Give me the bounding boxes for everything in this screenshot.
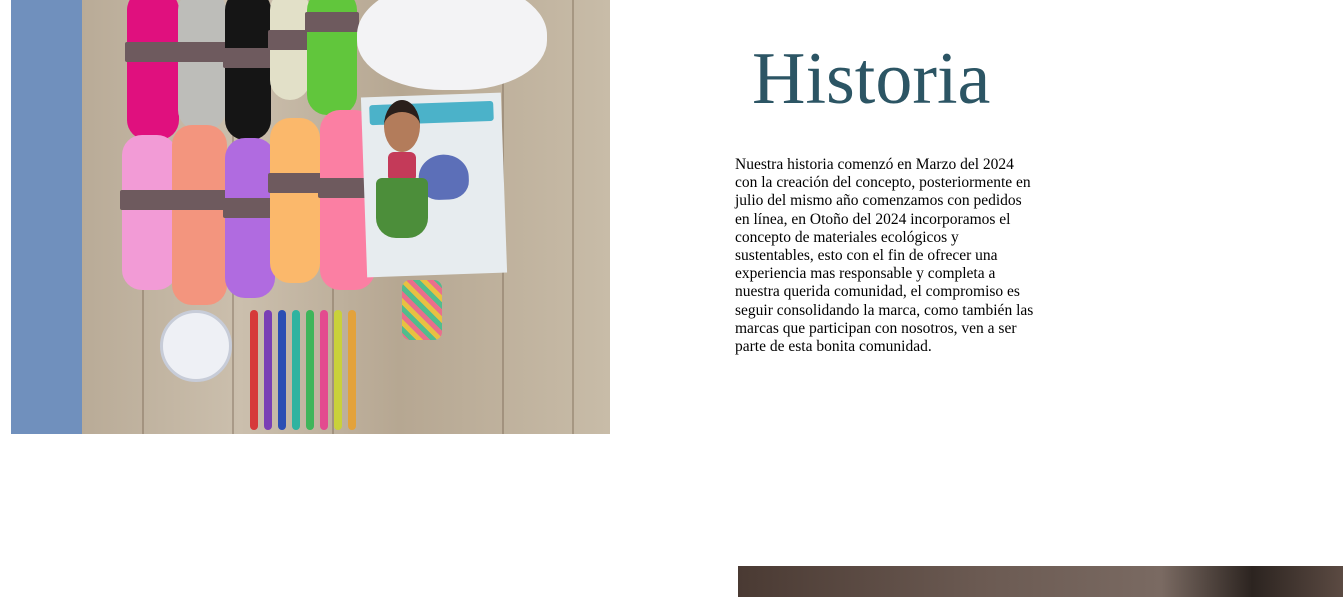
stitch-marker-wheel	[160, 310, 232, 382]
accent-strip	[11, 0, 83, 434]
history-paragraph: Nuestra historia comenzó en Marzo del 20…	[735, 156, 1034, 356]
crochet-doll	[372, 100, 432, 260]
stuffing-fiber	[357, 0, 547, 90]
page-title: Historia	[752, 38, 991, 120]
yarn-kit-photo	[82, 0, 610, 434]
bottom-photo	[738, 566, 1343, 597]
page: Historia Nuestra historia comenzó en Mar…	[0, 0, 1343, 597]
stitch-markers	[402, 280, 442, 340]
